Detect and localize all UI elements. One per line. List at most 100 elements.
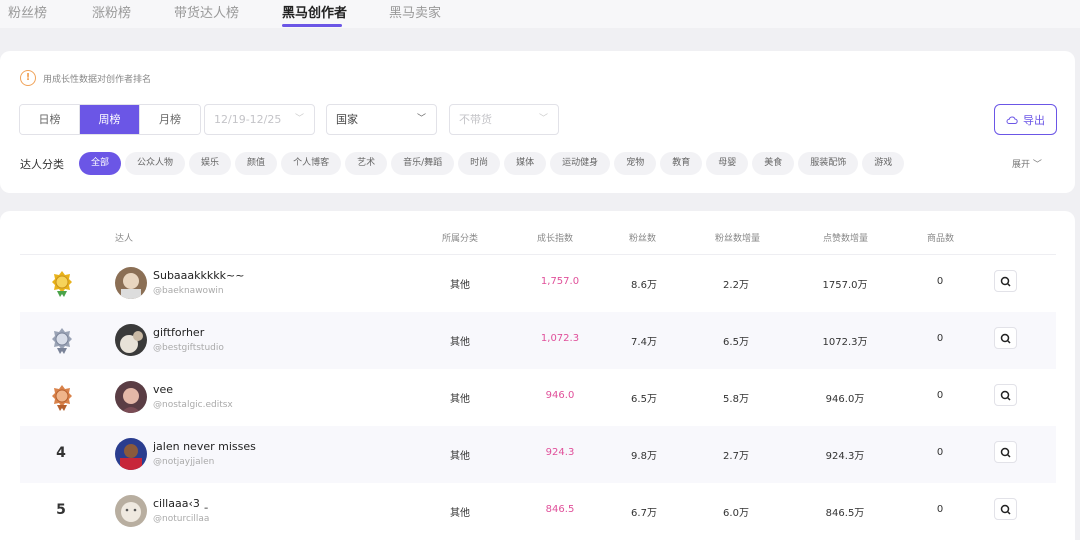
search-button[interactable] (994, 384, 1017, 406)
table-row[interactable]: 4 jalen never misses @notjayjjalen 其他 92… (20, 426, 1056, 483)
silver-medal-icon (52, 328, 72, 354)
period-daily-button[interactable]: 日榜 (20, 105, 80, 134)
tab-dark-horse-creators[interactable]: 黑马创作者 (282, 2, 347, 21)
date-range-select[interactable]: 12/19-12/25 ﹀ (204, 104, 315, 135)
header-likes-increase: 点赞数增量 (823, 234, 869, 244)
creator-name[interactable]: jalen never misses (153, 440, 256, 453)
chevron-down-icon: ﹀ (538, 114, 548, 124)
cell-products: 0 (936, 447, 944, 458)
cell-category: 其他 (450, 508, 470, 519)
tab-fans-growth[interactable]: 涨粉榜 (92, 2, 131, 21)
cloud-icon (1006, 115, 1018, 124)
creator-name[interactable]: cillaaa‹3 ˍ (153, 497, 209, 510)
avatar[interactable] (115, 381, 147, 413)
search-icon (1000, 333, 1011, 344)
cell-likes-increase: 846.5万 (825, 508, 865, 519)
export-label: 导出 (1023, 113, 1045, 127)
export-button[interactable]: 导出 (994, 104, 1057, 135)
category-chips: 全部 公众人物 娱乐 颜值 个人博客 艺术 音乐/舞蹈 时尚 媒体 运动健身 宠… (79, 152, 908, 175)
ranking-table: 达人 所属分类 成长指数 粉丝数 粉丝数增量 点赞数增量 商品数 Subaaak… (0, 211, 1075, 540)
chevron-down-icon: ﹀ (416, 114, 426, 124)
search-button[interactable] (994, 327, 1017, 349)
table-row[interactable]: Subaaakkkkk~~ @baeknawowin 其他 1,757.0 8.… (20, 255, 1056, 312)
avatar[interactable] (115, 438, 147, 470)
ranking-notice: ! 用成长性数据对创作者排名 (20, 70, 151, 86)
category-chip[interactable]: 运动健身 (550, 152, 611, 175)
category-chip[interactable]: 教育 (660, 152, 703, 175)
creator-handle: @noturcillaa (153, 514, 210, 524)
creator-name[interactable]: vee (153, 383, 173, 396)
cell-products: 0 (936, 276, 944, 287)
category-chip[interactable]: 时尚 (458, 152, 501, 175)
category-chip[interactable]: 游戏 (862, 152, 905, 175)
tab-fans[interactable]: 粉丝榜 (8, 2, 47, 21)
search-button[interactable] (994, 270, 1017, 292)
header-category: 所属分类 (442, 234, 479, 244)
cell-fans-increase: 2.2万 (723, 280, 749, 291)
category-chip[interactable]: 娱乐 (189, 152, 232, 175)
avatar[interactable] (115, 267, 147, 299)
cell-growth: 1,072.3 (540, 333, 580, 344)
search-button[interactable] (994, 441, 1017, 463)
creator-name[interactable]: giftforher (153, 326, 204, 339)
cell-likes-increase: 1757.0万 (822, 280, 868, 291)
chevron-down-icon: ﹀ (294, 114, 304, 124)
goods-select[interactable]: 不带货 ﹀ (449, 104, 559, 135)
date-range-value: 12/19-12/25 (214, 113, 282, 126)
gold-medal-icon (52, 271, 72, 297)
expand-toggle[interactable]: 展开 ﹀ (1012, 157, 1042, 170)
cell-growth: 1,757.0 (540, 276, 580, 287)
cell-category: 其他 (450, 451, 470, 462)
cell-fans: 8.6万 (631, 280, 657, 291)
tab-sales-creators[interactable]: 带货达人榜 (174, 2, 239, 21)
creator-handle: @baeknawowin (153, 286, 224, 296)
category-chip[interactable]: 美食 (752, 152, 795, 175)
avatar[interactable] (115, 495, 147, 527)
table-row[interactable]: 5 cillaaa‹3 ˍ @noturcillaa 其他 846.5 6.7万… (20, 483, 1056, 540)
rank-number: 5 (56, 502, 66, 518)
country-value: 国家 (336, 113, 358, 126)
search-icon (1000, 276, 1011, 287)
table-row[interactable]: giftforher @bestgiftstudio 其他 1,072.3 7.… (20, 312, 1056, 369)
cell-growth: 846.5 (545, 504, 575, 515)
category-chip-all[interactable]: 全部 (79, 152, 122, 175)
table-row[interactable]: vee @nostalgic.editsx 其他 946.0 6.5万 5.8万… (20, 369, 1056, 426)
period-monthly-button[interactable]: 月榜 (140, 105, 200, 134)
category-chip[interactable]: 公众人物 (125, 152, 186, 175)
period-switch: 日榜 周榜 月榜 (19, 104, 201, 135)
cell-products: 0 (936, 504, 944, 515)
goods-value: 不带货 (459, 113, 492, 126)
category-chip[interactable]: 音乐/舞蹈 (391, 152, 455, 175)
cell-products: 0 (936, 333, 944, 344)
cell-category: 其他 (450, 394, 470, 405)
cell-likes-increase: 924.3万 (825, 451, 865, 462)
search-icon (1000, 447, 1011, 458)
search-button[interactable] (994, 498, 1017, 520)
bronze-medal-icon (52, 385, 72, 411)
country-select[interactable]: 国家 ﹀ (326, 104, 437, 135)
cell-fans-increase: 6.0万 (723, 508, 749, 519)
category-chip[interactable]: 母婴 (706, 152, 749, 175)
tab-dark-horse-sellers[interactable]: 黑马卖家 (389, 2, 441, 21)
category-chip[interactable]: 艺术 (345, 152, 388, 175)
creator-name[interactable]: Subaaakkkkk~~ (153, 269, 244, 282)
cell-fans: 6.5万 (631, 394, 657, 405)
period-weekly-button[interactable]: 周榜 (80, 105, 140, 134)
table-header: 达人 所属分类 成长指数 粉丝数 粉丝数增量 点赞数增量 商品数 (0, 231, 1075, 251)
ranking-tabs: 粉丝榜 涨粉榜 带货达人榜 黑马创作者 黑马卖家 (0, 0, 1080, 28)
avatar[interactable] (115, 324, 147, 356)
expand-label: 展开 (1012, 160, 1031, 170)
cell-fans: 6.7万 (631, 508, 657, 519)
category-chip[interactable]: 宠物 (614, 152, 657, 175)
cell-fans: 7.4万 (631, 337, 657, 348)
category-chip[interactable]: 服装配饰 (798, 152, 859, 175)
cell-fans: 9.8万 (631, 451, 657, 462)
category-chip[interactable]: 媒体 (504, 152, 547, 175)
search-icon (1000, 390, 1011, 401)
creator-handle: @bestgiftstudio (153, 343, 224, 353)
category-chip[interactable]: 颜值 (235, 152, 278, 175)
category-chip[interactable]: 个人博客 (281, 152, 342, 175)
filter-panel: ! 用成长性数据对创作者排名 日榜 周榜 月榜 12/19-12/25 ﹀ 国家… (0, 51, 1075, 193)
header-products: 商品数 (927, 234, 955, 244)
creator-handle: @nostalgic.editsx (153, 400, 233, 410)
